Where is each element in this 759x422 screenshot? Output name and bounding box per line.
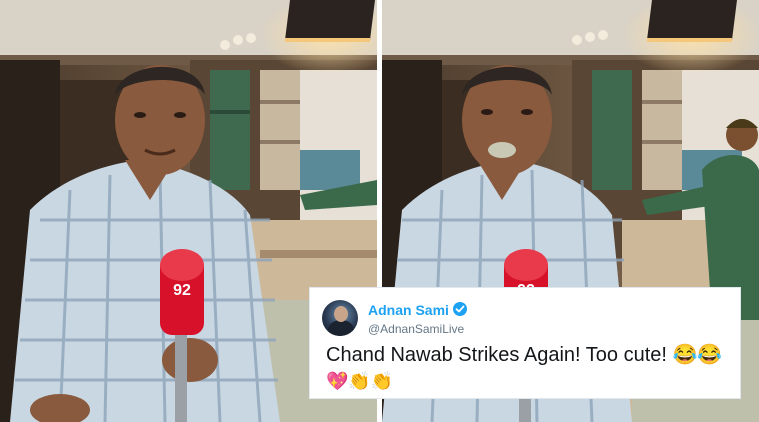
avatar-body (328, 320, 354, 336)
tweet-text-line1: Chand Nawab Strikes Again! Too cute! 😂😂 (326, 344, 723, 366)
user-handle[interactable]: @AdnanSamiLive (368, 322, 464, 336)
tweet-text-line2: 💖👏👏 (326, 371, 394, 391)
avatar-face (334, 306, 348, 322)
display-name[interactable]: Adnan Sami (368, 302, 449, 318)
avatar[interactable] (322, 300, 358, 336)
tweet-text: Chand Nawab Strikes Again! Too cute! 😂😂 … (326, 342, 726, 394)
mic-logo-left: 92 (173, 282, 191, 299)
tweet-card[interactable]: Adnan Sami @AdnanSamiLive Chand Nawab St… (310, 288, 740, 398)
verified-badge-icon (453, 302, 467, 316)
